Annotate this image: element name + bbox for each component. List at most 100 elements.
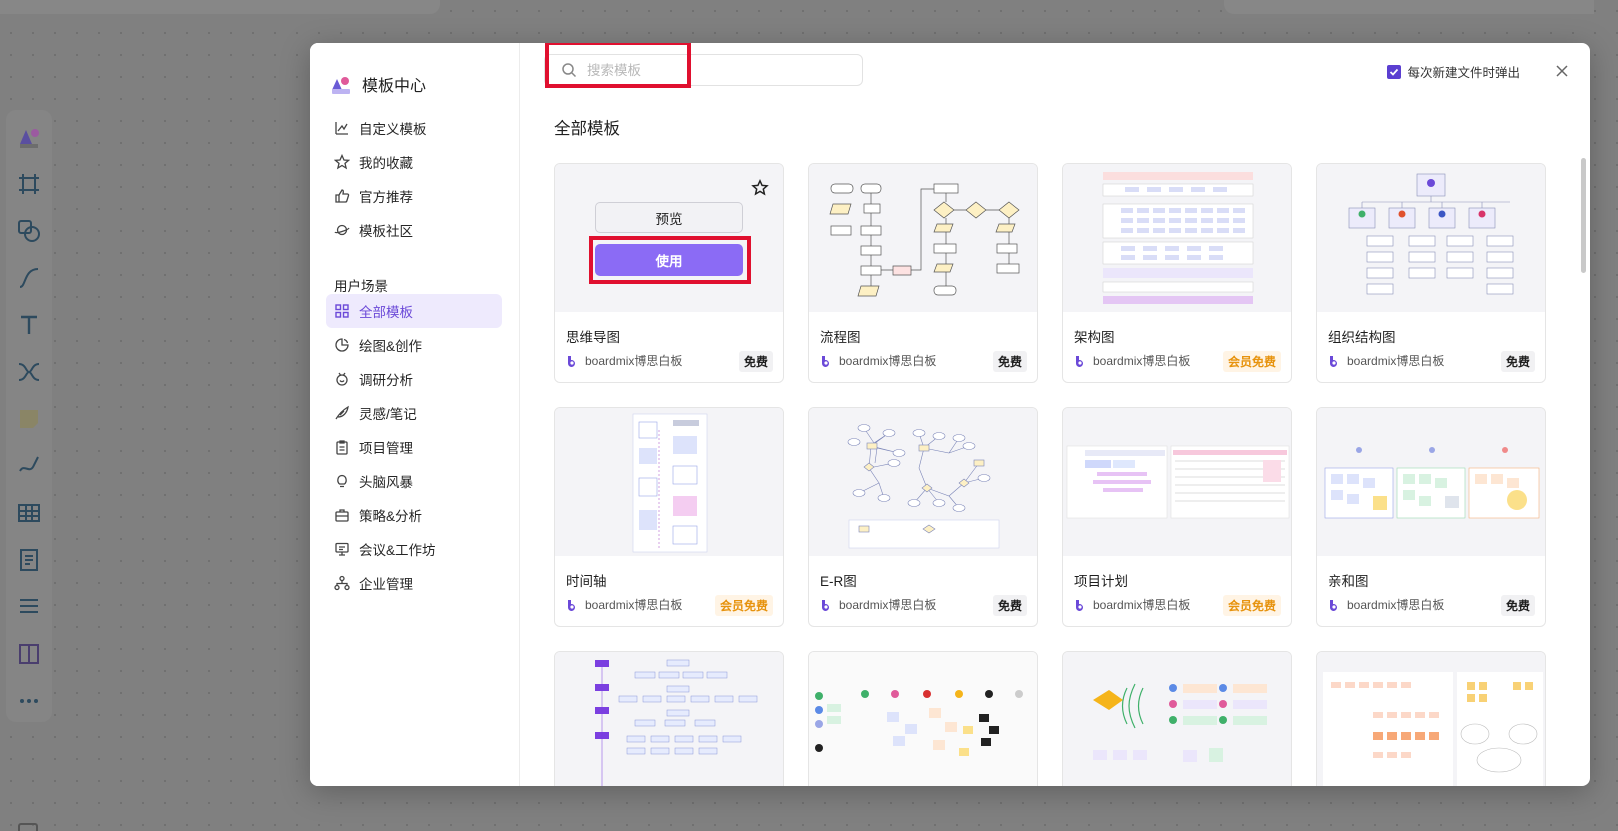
template-card-mindmap[interactable]: 预览 使用 思维导图 boardmix博思白板 免费 (554, 163, 784, 383)
checkmark-icon (1390, 68, 1399, 76)
sidebar-item-all-templates[interactable]: 全部模板 (326, 294, 502, 328)
template-author: boardmix博思白板 (1074, 352, 1190, 369)
palette-icon (335, 338, 349, 352)
price-badge: 免费 (1500, 351, 1535, 372)
author-label: boardmix博思白板 (839, 598, 937, 612)
template-main: 每次新建文件时弹出 全部模板 预览 使用 思维导图 boardmix博思白板 免… (520, 43, 1590, 786)
template-author: boardmix博思白板 (1328, 596, 1444, 613)
template-thumbnail (1317, 652, 1545, 786)
journey-preview-image (1093, 683, 1267, 762)
timeline-preview-image (632, 413, 708, 553)
list-icon (12, 586, 46, 628)
template-title: 亲和图 (1328, 574, 1369, 589)
document-icon (12, 539, 46, 581)
swot-preview-image (1323, 672, 1543, 786)
sidebar-item-custom-template[interactable]: 自定义模板 (326, 111, 502, 145)
boardmix-logo-icon (1076, 355, 1083, 367)
search-box[interactable] (544, 54, 863, 86)
use-button[interactable]: 使用 (595, 244, 743, 276)
template-thumbnail (809, 164, 1037, 312)
briefcase-icon (335, 509, 349, 522)
mindmap-icon (12, 351, 46, 393)
price-badge: 免费 (992, 351, 1027, 372)
template-thumbnail (1063, 408, 1291, 556)
sidebar-item-official[interactable]: 官方推荐 (326, 179, 502, 213)
author-label: boardmix博思白板 (585, 354, 683, 368)
sidebar-item-notes[interactable]: 灵感/笔记 (326, 396, 502, 430)
sidebar-item-meeting[interactable]: 会议&工作坊 (326, 532, 502, 566)
section-heading: 全部模板 (554, 120, 620, 138)
sidebar-item-favorites[interactable]: 我的收藏 (326, 145, 502, 179)
template-author: boardmix博思白板 (1328, 352, 1444, 369)
sidebar-top-nav: 自定义模板 我的收藏 官方推荐 模板社区 (326, 111, 502, 247)
boardmix-logo-icon (822, 355, 829, 367)
template-title: 思维导图 (566, 330, 620, 345)
template-card-partial-4[interactable] (1316, 651, 1546, 786)
template-thumbnail (1317, 408, 1545, 556)
template-thumbnail (809, 408, 1037, 556)
scrollbar[interactable] (1581, 158, 1586, 273)
template-card-architecture[interactable]: 架构图 boardmix博思白板 会员免费 (1062, 163, 1292, 383)
lightbulb-icon (337, 474, 347, 488)
author-label: boardmix博思白板 (1347, 354, 1445, 368)
template-title: 项目计划 (1074, 574, 1128, 589)
template-card-timeline[interactable]: 时间轴 boardmix博思白板 会员免费 (554, 407, 784, 627)
template-center-dialog: 模板中心 自定义模板 我的收藏 官方推荐 模板社区 用户场景 全部模板 绘图&创… (310, 43, 1590, 786)
template-title: 架构图 (1074, 330, 1115, 345)
tree-preview-image (595, 659, 758, 786)
template-author: boardmix博思白板 (1074, 596, 1190, 613)
org-icon (334, 575, 350, 591)
background-bottom-icon (18, 823, 38, 831)
connector-icon (12, 257, 46, 299)
template-card-partial-3[interactable] (1062, 651, 1292, 786)
sidebar-item-label: 企业管理 (359, 577, 413, 592)
sidebar-item-community[interactable]: 模板社区 (326, 213, 502, 247)
sidebar-item-brainstorm[interactable]: 头脑风暴 (326, 464, 502, 498)
author-label: boardmix博思白板 (1347, 598, 1445, 612)
template-card-partial-2[interactable] (808, 651, 1038, 786)
background-topbar-left (0, 0, 440, 14)
template-thumbnail (1317, 164, 1545, 312)
thumbs-up-icon (335, 189, 350, 203)
template-card-project-plan[interactable]: 项目计划 boardmix博思白板 会员免费 (1062, 407, 1292, 627)
close-icon[interactable] (1554, 63, 1570, 79)
popup-checkbox[interactable] (1387, 64, 1402, 79)
search-input[interactable] (587, 62, 817, 78)
template-author: boardmix博思白板 (820, 352, 936, 369)
star-icon (334, 154, 350, 170)
sidebar-item-enterprise[interactable]: 企业管理 (326, 566, 502, 600)
template-thumbnail (1063, 652, 1291, 786)
boardmix-logo-icon (1076, 599, 1083, 611)
favorite-star-icon[interactable] (751, 179, 769, 197)
sidebar-item-label: 项目管理 (359, 441, 413, 456)
flowchart-preview-image (829, 183, 1020, 297)
more-icon (12, 680, 46, 722)
template-card-er-diagram[interactable]: E-R图 boardmix博思白板 免费 (808, 407, 1038, 627)
sidebar-item-strategy[interactable]: 策略&分析 (326, 498, 502, 532)
popup-on-new-file-option[interactable]: 每次新建文件时弹出 (1387, 62, 1520, 81)
template-sidebar: 模板中心 自定义模板 我的收藏 官方推荐 模板社区 用户场景 全部模板 绘图&创… (310, 43, 520, 786)
template-card-partial-1[interactable] (554, 651, 784, 786)
boardmix-logo-icon (568, 599, 575, 611)
template-thumbnail (555, 652, 783, 786)
template-card-orgchart[interactable]: 组织结构图 boardmix博思白板 免费 (1316, 163, 1546, 383)
template-title: 组织结构图 (1328, 330, 1396, 345)
author-label: boardmix博思白板 (585, 598, 683, 612)
template-center-logo-icon (332, 77, 350, 94)
kanban-icon (12, 633, 46, 675)
template-title: 流程图 (820, 330, 861, 345)
template-title: E-R图 (820, 574, 857, 589)
sidebar-item-project[interactable]: 项目管理 (326, 430, 502, 464)
sidebar-item-label: 调研分析 (359, 373, 413, 388)
sidebar-item-drawing[interactable]: 绘图&创作 (326, 328, 502, 362)
template-card-flowchart[interactable]: 流程图 boardmix博思白板 免费 (808, 163, 1038, 383)
frame-icon (12, 163, 46, 205)
sidebar-item-label: 官方推荐 (359, 190, 413, 205)
template-thumbnail (555, 408, 783, 556)
price-badge: 会员免费 (714, 595, 773, 616)
sidebar-item-label: 我的收藏 (359, 156, 413, 171)
feather-icon (335, 405, 349, 420)
preview-button[interactable]: 预览 (595, 202, 743, 233)
sidebar-item-research[interactable]: 调研分析 (326, 362, 502, 396)
template-card-affinity[interactable]: 亲和图 boardmix博思白板 免费 (1316, 407, 1546, 627)
